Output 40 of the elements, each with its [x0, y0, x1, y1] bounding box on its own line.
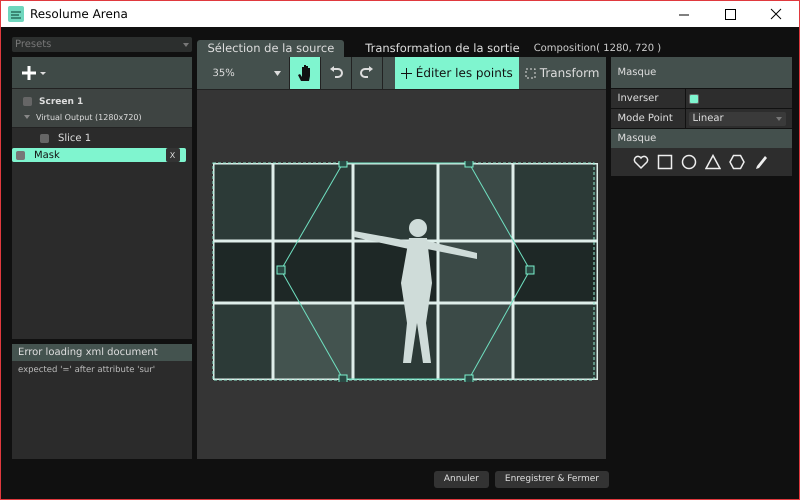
save-close-button[interactable]: Enregistrer & Fermer	[494, 470, 609, 488]
undo-icon	[328, 65, 344, 81]
edit-points-button[interactable]: Éditer les points	[394, 57, 519, 89]
panel-title: Masque	[610, 57, 792, 89]
checkbox[interactable]	[23, 97, 32, 106]
invert-checkbox[interactable]	[688, 94, 698, 104]
heart-icon[interactable]	[633, 154, 650, 170]
pen-icon[interactable]	[753, 154, 770, 170]
screen-item[interactable]: Screen 1 Virtual Output (1280x720)	[12, 89, 192, 127]
mask-item[interactable]: Mask X	[12, 148, 186, 162]
checkbox[interactable]	[40, 134, 49, 142]
circle-icon[interactable]	[681, 154, 698, 170]
caret-icon	[776, 116, 782, 120]
invert-label: Inverser	[610, 89, 686, 108]
delete-button[interactable]: X	[166, 148, 180, 162]
hexagon-icon[interactable]	[729, 154, 746, 170]
square-icon[interactable]	[657, 154, 674, 170]
composition-label: Composition( 1280, 720 )	[534, 43, 662, 56]
error-title: Error loading xml document	[12, 344, 192, 361]
mode-point-label: Mode Point	[610, 109, 686, 128]
triangle-icon[interactable]	[705, 154, 722, 170]
window-title: Resolume Arena	[30, 7, 128, 21]
add-icon[interactable]	[21, 64, 47, 80]
tab[interactable]: Transformation de la sortie	[354, 40, 530, 57]
hand-icon	[296, 64, 312, 82]
cancel-button[interactable]: Annuler	[434, 470, 489, 488]
section-title: Masque	[610, 129, 792, 148]
expand-icon[interactable]	[24, 114, 30, 120]
error-message: expected '=' after attribute 'sur'	[18, 365, 156, 375]
mode-dropdown[interactable]: Linear	[688, 112, 786, 126]
app-icon	[8, 6, 24, 22]
caret-icon	[274, 70, 280, 76]
redo-icon	[358, 65, 374, 81]
tab[interactable]: Sélection de la source	[196, 40, 344, 57]
transform-button[interactable]: Transform	[518, 57, 606, 89]
transform-icon	[524, 68, 536, 78]
caret-icon	[182, 42, 188, 46]
checkbox[interactable]	[16, 150, 25, 160]
hand-button[interactable]	[290, 57, 320, 89]
plus-icon	[400, 68, 412, 78]
